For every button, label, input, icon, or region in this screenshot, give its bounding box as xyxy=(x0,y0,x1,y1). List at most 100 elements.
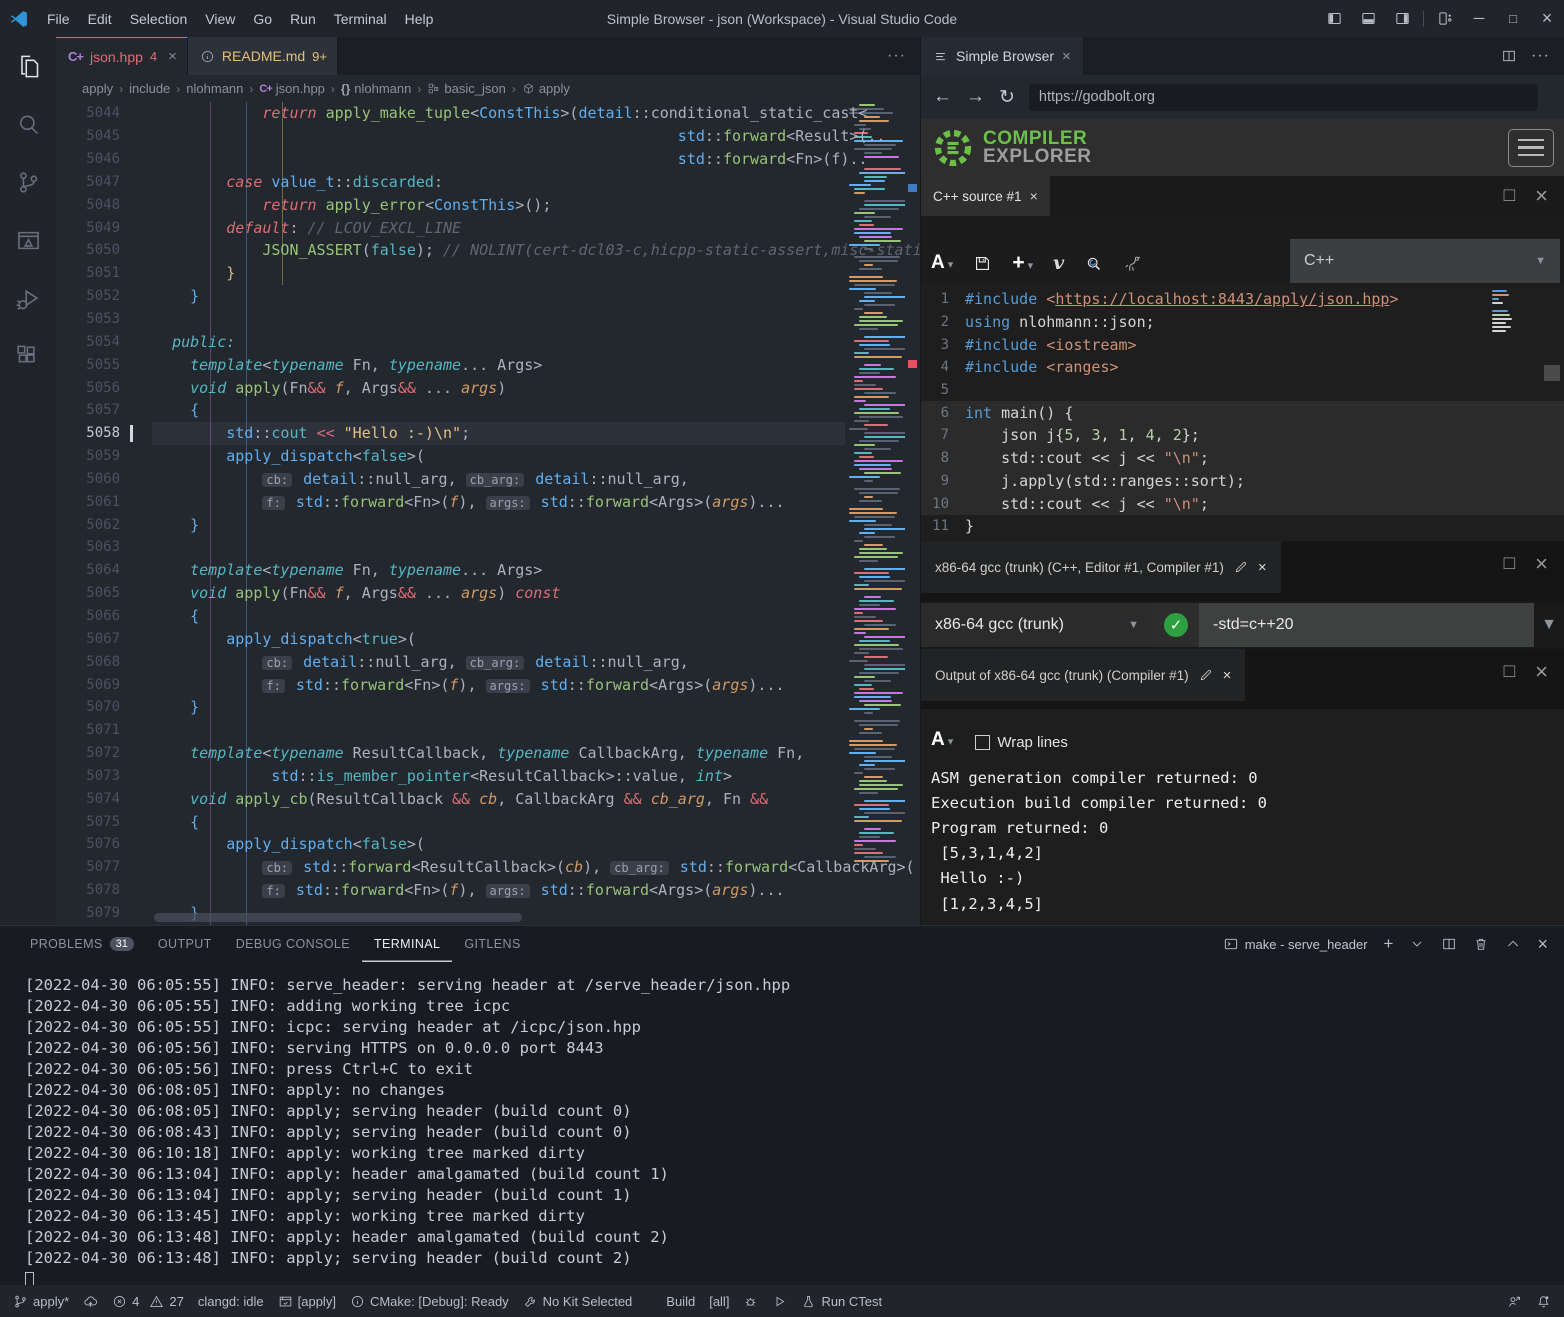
breadcrumb-item-nlohmann[interactable]: nlohmann xyxy=(186,81,243,96)
close-pane-icon[interactable]: × xyxy=(1535,551,1548,577)
close-icon[interactable]: × xyxy=(168,48,177,65)
compiler-select[interactable]: x86-64 gcc (trunk) ▼ xyxy=(921,603,1153,647)
status-no-kit-selected[interactable]: No Kit Selected xyxy=(516,1285,640,1317)
font-size-button[interactable]: A ▾ xyxy=(931,729,953,751)
zoom-icon[interactable] xyxy=(1084,254,1103,273)
editor-more-actions[interactable]: ··· xyxy=(873,37,920,75)
godbolt-code-line[interactable]: 9 j.apply(std::ranges::sort); xyxy=(921,470,1564,493)
status-play[interactable] xyxy=(765,1285,794,1317)
reload-icon[interactable]: ↻ xyxy=(999,86,1015,109)
kill-terminal-icon[interactable] xyxy=(1473,936,1489,952)
code-line[interactable]: 5072 template<typename ResultCallback, t… xyxy=(56,742,920,765)
vim-mode-icon[interactable]: v xyxy=(1053,252,1064,274)
godbolt-code-line[interactable]: 6int main() { xyxy=(921,401,1564,424)
breadcrumb-item-include[interactable]: include xyxy=(129,81,170,96)
flags-dropdown-icon[interactable]: ▼ xyxy=(1534,616,1564,634)
code-line[interactable]: 5049 default: // LCOV_EXCL_LINE xyxy=(56,216,920,239)
wrap-lines-toggle[interactable]: Wrap lines xyxy=(975,734,1068,751)
maximize-button[interactable]: □ xyxy=(1496,0,1530,37)
godbolt-code-line[interactable]: 2using nlohmann::json; xyxy=(921,311,1564,334)
add-pane-button[interactable]: + ▾ xyxy=(1012,251,1033,275)
activity-search[interactable] xyxy=(0,95,56,153)
status-bell[interactable] xyxy=(1529,1285,1558,1317)
godbolt-code-line[interactable]: 1#include <https://localhost:8443/apply/… xyxy=(921,288,1564,311)
code-line[interactable]: 5053 xyxy=(56,308,920,331)
godbolt-code-line[interactable]: 4#include <ranges> xyxy=(921,356,1564,379)
code-line[interactable]: 5063 xyxy=(56,536,920,559)
status-feedback[interactable] xyxy=(1500,1285,1529,1317)
rename-pencil-icon[interactable] xyxy=(1199,668,1213,682)
status-all[interactable]: [all] xyxy=(702,1285,736,1317)
code-line[interactable]: 5058 std::cout << "Hello :-)\n"; xyxy=(56,422,920,445)
code-line[interactable]: 5055 template<typename Fn, typename... A… xyxy=(56,353,920,376)
tab-json.hpp[interactable]: C+json.hpp4× xyxy=(56,37,188,75)
compiler-explorer-logo-text[interactable]: COMPILER EXPLORER xyxy=(983,130,1092,166)
menu-run[interactable]: Run xyxy=(281,0,325,37)
menu-view[interactable]: View xyxy=(196,0,244,37)
customize-layout-icon[interactable] xyxy=(1428,0,1462,37)
scrollbar-thumb[interactable] xyxy=(1544,365,1560,381)
godbolt-code-line[interactable]: 11} xyxy=(921,515,1564,538)
forward-icon[interactable]: → xyxy=(966,86,985,108)
status-cmake-debug-ready[interactable]: CMake: [Debug]: Ready xyxy=(343,1285,516,1317)
code-editor[interactable]: 5044 return apply_make_tuple<ConstThis>(… xyxy=(56,102,920,925)
split-terminal-icon[interactable] xyxy=(1441,936,1457,952)
close-icon[interactable]: × xyxy=(1223,667,1232,684)
breadcrumb-item-apply[interactable]: apply xyxy=(82,81,113,96)
font-size-button[interactable]: A ▾ xyxy=(931,252,953,274)
activity-explorer[interactable] xyxy=(0,37,56,95)
code-line[interactable]: 5064 template<typename Fn, typename... A… xyxy=(56,559,920,582)
code-line[interactable]: 5066 { xyxy=(56,605,920,628)
status-4[interactable]: 427 xyxy=(105,1285,191,1317)
code-line[interactable]: 5070 } xyxy=(56,696,920,719)
menu-go[interactable]: Go xyxy=(244,0,281,37)
split-editor-icon[interactable] xyxy=(1501,48,1517,64)
code-line[interactable]: 5054 public: xyxy=(56,330,920,353)
hamburger-menu-icon[interactable] xyxy=(1508,129,1554,167)
menu-help[interactable]: Help xyxy=(396,0,443,37)
panel-tab-output[interactable]: OUTPUT xyxy=(146,926,224,962)
save-icon[interactable] xyxy=(973,254,992,273)
compiler-flags-input[interactable]: -std=c++20 xyxy=(1199,603,1534,647)
code-line[interactable]: 5048 return apply_error<ConstThis>(); xyxy=(56,193,920,216)
code-line[interactable]: 5047 case value_t::discarded: xyxy=(56,171,920,194)
minimize-button[interactable]: ─ xyxy=(1462,0,1496,37)
url-input[interactable]: https://godbolt.org xyxy=(1029,84,1538,111)
activity-extensions[interactable] xyxy=(0,327,56,385)
status-build[interactable]: Build xyxy=(639,1285,702,1317)
layout-panel-icon[interactable] xyxy=(1351,0,1385,37)
close-pane-icon[interactable]: × xyxy=(1535,659,1548,685)
tab-simple-browser[interactable]: Simple Browser × xyxy=(921,37,1083,75)
status-cloud-upload[interactable] xyxy=(76,1285,105,1317)
output-pane-title[interactable]: Output of x86-64 gcc (trunk) (Compiler #… xyxy=(921,649,1245,701)
code-line[interactable]: 5061 f: std::forward<Fn>(f), args: std::… xyxy=(56,490,920,513)
breadcrumb-item-basic_json[interactable]: basic_json xyxy=(427,81,505,96)
terminal-output[interactable]: [2022-04-30 06:05:55] INFO: serve_header… xyxy=(0,962,1564,1285)
close-panel-icon[interactable]: × xyxy=(1537,934,1548,955)
status-run-ctest[interactable]: Run CTest xyxy=(794,1285,889,1317)
code-line[interactable]: 5067 apply_dispatch<true>( xyxy=(56,627,920,650)
menu-terminal[interactable]: Terminal xyxy=(325,0,396,37)
maximize-pane-icon[interactable]: □ xyxy=(1504,185,1515,207)
godbolt-code-line[interactable]: 5 xyxy=(921,379,1564,402)
menu-edit[interactable]: Edit xyxy=(79,0,121,37)
code-line[interactable]: 5059 apply_dispatch<false>( xyxy=(56,445,920,468)
code-line[interactable]: 5077 cb: std::forward<ResultCallback>(cb… xyxy=(56,856,920,879)
status-apply[interactable]: apply* xyxy=(6,1285,76,1317)
code-line[interactable]: 5065 void apply(Fn&& f, Args&& ... args)… xyxy=(56,582,920,605)
code-line[interactable]: 5044 return apply_make_tuple<ConstThis>(… xyxy=(56,102,920,125)
maximize-panel-icon[interactable] xyxy=(1505,936,1521,952)
terminal-instance[interactable]: make - serve_header xyxy=(1223,936,1368,952)
close-icon[interactable]: × xyxy=(1258,559,1267,576)
code-line[interactable]: 5045 std::forward<Result>(.. xyxy=(56,125,920,148)
mascot-icon[interactable] xyxy=(1123,254,1142,273)
language-select[interactable]: C++ ▼ xyxy=(1290,239,1560,283)
maximize-pane-icon[interactable]: □ xyxy=(1504,661,1515,683)
code-line[interactable]: 5074 void apply_cb(ResultCallback && cb,… xyxy=(56,787,920,810)
code-line[interactable]: 5062 } xyxy=(56,513,920,536)
close-button[interactable]: × xyxy=(1530,0,1564,37)
code-line[interactable]: 5076 apply_dispatch<false>( xyxy=(56,833,920,856)
layout-sidebar-left-icon[interactable] xyxy=(1317,0,1351,37)
code-line[interactable]: 5068 cb: detail::null_arg, cb_arg: detai… xyxy=(56,650,920,673)
panel-tab-terminal[interactable]: TERMINAL xyxy=(362,926,452,962)
